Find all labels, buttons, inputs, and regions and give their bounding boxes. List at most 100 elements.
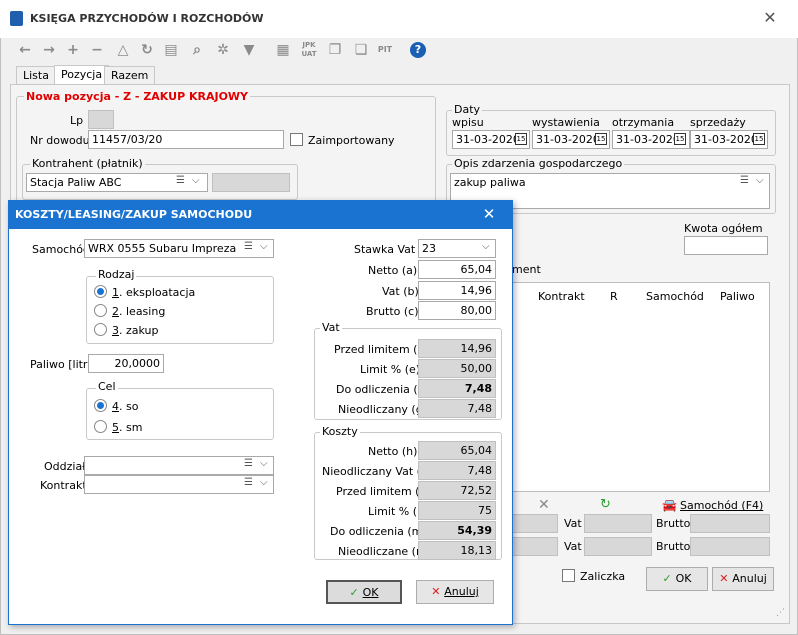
vat-input[interactable]: 14,96 bbox=[418, 281, 496, 300]
anuluj-button[interactable]: ✕ Anuluj bbox=[712, 567, 774, 591]
daty-wystawienia-label: wystawienia bbox=[532, 116, 600, 129]
list-icon[interactable]: ☰ bbox=[176, 175, 185, 186]
help-icon[interactable]: ? bbox=[410, 42, 426, 58]
oddzial-label: Oddział bbox=[44, 460, 86, 473]
triangle-icon[interactable]: △ bbox=[114, 41, 132, 59]
vat-row-label: Przed limitem (d) bbox=[334, 343, 429, 356]
zaimportowany-label: Zaimportowany bbox=[308, 134, 395, 147]
netto-input[interactable]: 65,04 bbox=[418, 260, 496, 279]
koszty-group-label: Koszty bbox=[320, 425, 360, 438]
grid-header-kontrakt[interactable]: Kontrakt bbox=[538, 290, 585, 303]
element-grid[interactable] bbox=[512, 282, 770, 492]
koszty-row-value: 65,04 bbox=[418, 441, 496, 460]
koszty-row-label: Przed limitem (j) bbox=[336, 485, 427, 498]
grid-header-paliwo[interactable]: Paliwo bbox=[720, 290, 755, 303]
dialog-ok-button[interactable]: ✓ OK bbox=[326, 580, 402, 604]
settings-icon[interactable]: ✲ bbox=[214, 41, 232, 59]
tab-razem[interactable]: Razem bbox=[104, 66, 156, 84]
radio-sm[interactable] bbox=[94, 420, 107, 433]
copy-icon[interactable]: ❐ bbox=[326, 41, 344, 59]
paliwo-label: Paliwo [litr] bbox=[30, 358, 92, 371]
dialog-anuluj-button[interactable]: ✕ Anuluj bbox=[416, 580, 494, 604]
koszty-row-label: Do odliczenia (m) bbox=[330, 525, 427, 538]
brutto-field bbox=[690, 537, 770, 556]
zaliczka-label: Zaliczka bbox=[580, 570, 626, 583]
vat-label: Vat bbox=[564, 517, 582, 530]
window-close-icon[interactable]: ✕ bbox=[760, 8, 780, 28]
radio-label: 1. eksploatacja bbox=[112, 286, 196, 299]
koszty-row-value: 7,48 bbox=[418, 461, 496, 480]
calendar-icon[interactable]: 15 bbox=[595, 133, 607, 145]
arrow-right-icon[interactable]: → bbox=[40, 41, 58, 59]
cel-label: Cel bbox=[96, 380, 118, 393]
window-title: KSIĘGA PRZYCHODÓW I ROZCHODÓW bbox=[30, 12, 264, 25]
samochod-label: Samochód bbox=[32, 243, 90, 256]
daty-wpisu-label: wpisu bbox=[452, 116, 484, 129]
check-icon: ✓ bbox=[662, 572, 676, 585]
radio-leasing[interactable] bbox=[94, 304, 107, 317]
tab-pozycja[interactable]: Pozycja bbox=[54, 65, 110, 85]
arrow-left-icon[interactable]: ← bbox=[16, 41, 34, 59]
chevron-down-icon[interactable]: ⌵ bbox=[192, 175, 200, 186]
calendar-icon[interactable]: 15 bbox=[753, 133, 765, 145]
jpk-icon[interactable]: JPK UAT bbox=[300, 41, 318, 59]
chevron-down-icon[interactable]: ⌵ bbox=[260, 477, 268, 488]
paliwo-input[interactable]: 20,0000 bbox=[88, 354, 164, 373]
zaimportowany-checkbox[interactable] bbox=[290, 133, 303, 146]
calendar-icon[interactable]: 15 bbox=[515, 133, 527, 145]
dialog-title: KOSZTY/LEASING/ZAKUP SAMOCHODU bbox=[9, 201, 512, 229]
koszty-row-label: Nieodliczane (n) bbox=[338, 545, 428, 558]
cancel-icon: ✕ bbox=[719, 572, 733, 585]
tab-lista[interactable]: Lista bbox=[16, 66, 56, 84]
search-icon[interactable]: ⌕ bbox=[188, 41, 206, 59]
refresh-icon[interactable]: ↻ bbox=[138, 41, 156, 59]
koszty-row-value: 54,39 bbox=[418, 521, 496, 540]
ok-button[interactable]: ✓ OK bbox=[646, 567, 708, 591]
chevron-down-icon[interactable]: ⌵ bbox=[756, 175, 764, 186]
dialog-close-icon[interactable]: ✕ bbox=[479, 204, 499, 224]
kontrakt-label: Kontrakt bbox=[40, 479, 87, 492]
nr-dowodu-input[interactable]: 11457/03/20 bbox=[88, 130, 284, 149]
grid-header-r[interactable]: R bbox=[610, 290, 618, 303]
grid-header-samochod[interactable]: Samochód bbox=[646, 290, 704, 303]
sum-field bbox=[512, 514, 558, 533]
list-icon[interactable]: ☰ bbox=[740, 175, 749, 186]
refresh-icon[interactable]: ↻ bbox=[600, 497, 611, 512]
chevron-down-icon[interactable]: ⌵ bbox=[260, 458, 268, 469]
car-icon[interactable]: 🚘 bbox=[662, 498, 677, 512]
radio-so[interactable] bbox=[94, 399, 107, 412]
app-icon bbox=[10, 11, 23, 26]
copy-alt-icon[interactable]: ❏ bbox=[352, 41, 370, 59]
minus-icon[interactable]: − bbox=[88, 41, 106, 59]
zaliczka-checkbox[interactable] bbox=[562, 569, 575, 582]
brutto-label: Brutto (c) bbox=[366, 305, 419, 318]
vat-row-value: 7,48 bbox=[418, 399, 496, 418]
list-icon[interactable]: ☰ bbox=[244, 241, 253, 252]
delete-icon[interactable]: ✕ bbox=[538, 497, 550, 513]
kwota-label: Kwota ogółem bbox=[684, 222, 763, 235]
vat-row-value: 50,00 bbox=[418, 359, 496, 378]
calendar-icon[interactable]: 15 bbox=[674, 133, 686, 145]
list-icon[interactable]: ☰ bbox=[244, 477, 253, 488]
chevron-down-icon[interactable]: ⌵ bbox=[482, 241, 490, 252]
filter-icon[interactable]: ▼ bbox=[240, 41, 258, 59]
resize-grip-icon[interactable]: ⋰ bbox=[776, 608, 785, 618]
radio-eksploatacja[interactable] bbox=[94, 285, 107, 298]
radio-zakup[interactable] bbox=[94, 323, 107, 336]
radio-label: 4. so bbox=[112, 400, 139, 413]
check-icon: ✓ bbox=[349, 586, 363, 599]
print-icon[interactable]: ▤ bbox=[162, 41, 180, 59]
kwota-input[interactable] bbox=[684, 236, 768, 255]
radio-label: 3. zakup bbox=[112, 324, 159, 337]
list-icon[interactable]: ☰ bbox=[244, 458, 253, 469]
brutto-label: Brutto bbox=[656, 540, 691, 553]
barcode-icon[interactable]: ▦ bbox=[274, 41, 292, 59]
netto-label: Netto (a) bbox=[368, 264, 418, 277]
pit-icon[interactable]: PIT bbox=[376, 41, 394, 59]
brutto-input[interactable]: 80,00 bbox=[418, 301, 496, 320]
kontrahent-label: Kontrahent (płatnik) bbox=[30, 157, 145, 170]
chevron-down-icon[interactable]: ⌵ bbox=[260, 241, 268, 252]
brutto-field bbox=[690, 514, 770, 533]
plus-icon[interactable]: + bbox=[64, 41, 82, 59]
samochod-button[interactable]: Samochód (F4) bbox=[680, 499, 763, 512]
